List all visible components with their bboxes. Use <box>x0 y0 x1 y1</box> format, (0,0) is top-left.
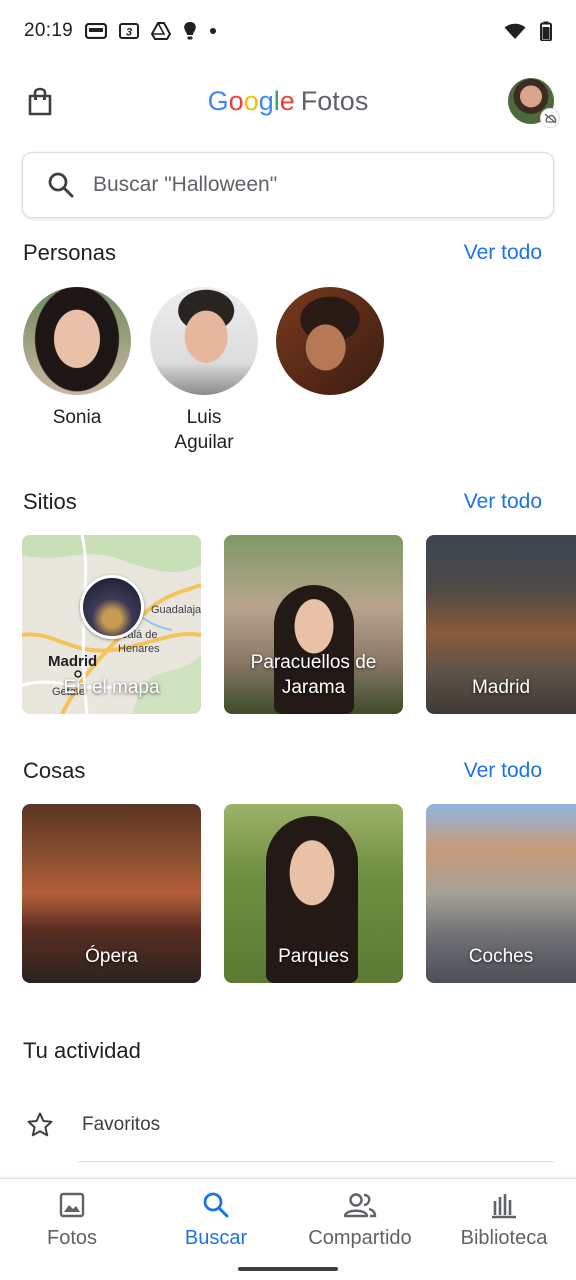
bulb-icon <box>184 22 196 40</box>
people-icon <box>343 1193 377 1218</box>
app-logo: Google Fotos <box>0 84 576 118</box>
place-label: Madrid <box>471 677 531 698</box>
nav-compartido[interactable]: Compartido <box>288 1189 432 1250</box>
nav-biblioteca[interactable]: Biblioteca <box>432 1189 576 1250</box>
place-label: Paracuellos de Jarama <box>250 652 377 698</box>
nav-label: Compartido <box>308 1227 412 1249</box>
thing-tile[interactable]: Parques <box>224 804 403 983</box>
system-icons <box>504 21 552 41</box>
card-icon <box>85 23 108 39</box>
logo-letter: G <box>207 86 229 116</box>
person-item[interactable]: Luis Aguilar <box>149 287 259 455</box>
search-placeholder: Buscar "Halloween" <box>93 173 278 196</box>
nav-fotos[interactable]: Fotos <box>0 1189 144 1250</box>
notification-icons: 3 <box>85 21 217 41</box>
person-photo <box>276 287 384 395</box>
things-see-all-button[interactable]: Ver todo <box>464 759 542 783</box>
person-item[interactable]: Sonia <box>22 287 132 430</box>
search-icon <box>203 1192 229 1218</box>
photo-icon <box>59 1192 85 1218</box>
logo-letter: e <box>279 86 295 116</box>
map-label: Madrid <box>48 653 97 670</box>
gesture-handle[interactable] <box>238 1267 338 1271</box>
people-see-all-button[interactable]: Ver todo <box>464 241 542 265</box>
thing-label: Coches <box>468 946 534 967</box>
map-label: Guadalaja <box>151 604 201 616</box>
thing-tile[interactable]: Coches <box>426 804 576 983</box>
thing-label: Parques <box>278 946 349 967</box>
status-time: 20:19 <box>24 20 74 41</box>
battery-icon <box>540 21 552 41</box>
nav-label: Fotos <box>46 1227 98 1249</box>
search-icon <box>48 172 74 198</box>
library-icon <box>492 1194 516 1219</box>
person-photo <box>150 287 258 395</box>
backup-off-icon <box>540 108 560 128</box>
thing-tile[interactable]: Ópera <box>22 804 201 983</box>
search-input[interactable]: Buscar "Halloween" <box>22 152 554 218</box>
map-label: Henares <box>118 643 160 655</box>
nav-buscar[interactable]: Buscar <box>144 1189 288 1250</box>
person-photo <box>23 287 131 395</box>
activity-section-title: Tu actividad <box>23 1038 141 1063</box>
place-label: En el mapa <box>63 677 160 698</box>
wifi-icon <box>504 23 526 39</box>
places-see-all-button[interactable]: Ver todo <box>464 490 542 514</box>
place-tile[interactable]: Paracuellos de Jarama <box>224 535 403 714</box>
divider <box>78 1161 554 1162</box>
star-icon <box>27 1112 53 1137</box>
dot-icon <box>210 28 217 34</box>
account-avatar[interactable] <box>508 78 560 128</box>
bottom-navigation: Fotos Buscar Compartido Biblioteca <box>0 1178 576 1280</box>
things-section-title: Cosas <box>23 758 86 783</box>
app-bar: Google Fotos <box>0 62 576 142</box>
svg-text:3: 3 <box>126 27 132 39</box>
nav-label: Biblioteca <box>460 1227 548 1249</box>
favorites-label: Favoritos <box>82 1114 161 1135</box>
person-item[interactable] <box>275 287 385 405</box>
places-section-title: Sitios <box>23 489 77 514</box>
place-tile[interactable]: Madrid <box>426 535 576 714</box>
logo-product: Fotos <box>300 86 369 116</box>
map-photo-pin <box>80 575 144 639</box>
logo-letter: g <box>258 86 274 116</box>
status-bar: 20:19 3 <box>0 0 576 62</box>
logo-letter: o <box>228 86 244 116</box>
thing-label: Ópera <box>85 946 138 967</box>
drive-icon <box>151 22 172 40</box>
person-name: Sonia <box>52 407 102 428</box>
nav-label: Buscar <box>184 1227 248 1249</box>
people-section-title: Personas <box>23 240 116 265</box>
logo-letter: o <box>243 86 259 116</box>
place-tile-map[interactable]: Guadalaja calá de Henares Madrid Getafe … <box>22 535 201 714</box>
person-name: Luis Aguilar <box>174 407 234 453</box>
favorites-item[interactable]: Favoritos <box>0 1100 576 1150</box>
3-icon: 3 <box>119 23 140 39</box>
